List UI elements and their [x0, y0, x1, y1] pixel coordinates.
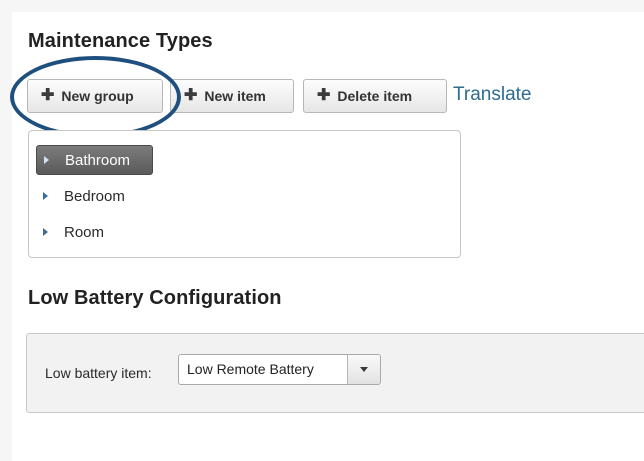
maintenance-tree: Bathroom Bedroom Room	[28, 130, 461, 258]
dropdown-button[interactable]	[347, 355, 380, 384]
translate-link[interactable]: Translate	[453, 84, 532, 106]
tree-item-label: Bathroom	[65, 151, 131, 169]
plus-icon: ✚	[41, 87, 55, 104]
tree-item-label: Bedroom	[64, 187, 125, 205]
new-item-label: New item	[204, 88, 266, 104]
low-battery-item-label: Low battery item:	[45, 365, 152, 381]
tree-item-room[interactable]: Room	[36, 217, 104, 247]
chevron-down-icon	[360, 367, 368, 372]
tree-item-bathroom[interactable]: Bathroom	[36, 145, 153, 175]
maintenance-types-heading: Maintenance Types	[28, 30, 213, 52]
page-left-band	[0, 12, 12, 461]
low-battery-item-select[interactable]: Low Remote Battery	[178, 354, 381, 385]
delete-item-button[interactable]: ✚ Delete item	[303, 79, 447, 113]
tree-item-label: Room	[64, 223, 105, 241]
new-item-button[interactable]: ✚ New item	[170, 79, 294, 113]
plus-icon: ✚	[317, 87, 331, 104]
tree-item-bedroom[interactable]: Bedroom	[36, 181, 125, 211]
low-battery-item-value: Low Remote Battery	[187, 361, 314, 377]
new-group-label: New group	[61, 88, 134, 104]
expand-arrow-icon[interactable]	[44, 156, 49, 164]
new-group-button[interactable]: ✚ New group	[27, 79, 163, 113]
delete-item-label: Delete item	[337, 88, 413, 104]
page-top-band	[0, 0, 644, 12]
expand-arrow-icon[interactable]	[43, 228, 48, 236]
plus-icon: ✚	[184, 87, 198, 104]
expand-arrow-icon[interactable]	[43, 192, 48, 200]
low-battery-heading: Low Battery Configuration	[28, 287, 282, 309]
